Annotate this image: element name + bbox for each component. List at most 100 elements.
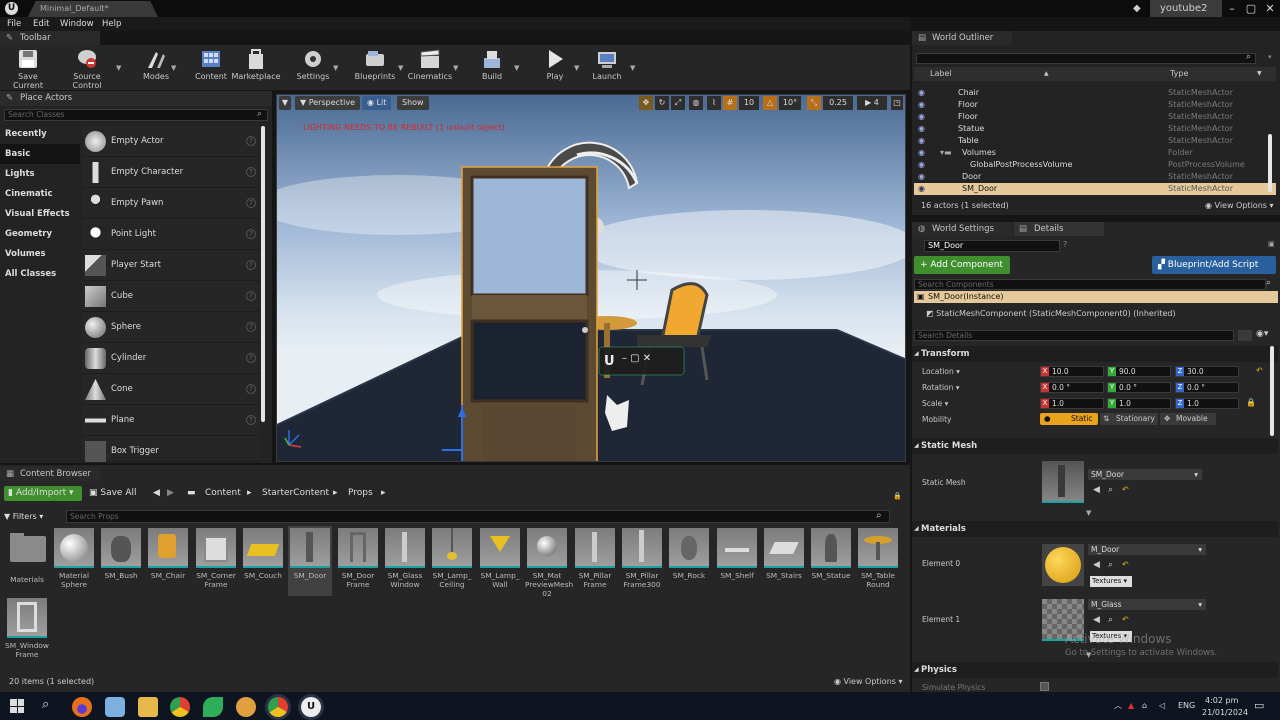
- scale-x-field[interactable]: X 1.0: [1040, 398, 1104, 409]
- build-dropdown-icon[interactable]: ▼: [514, 64, 519, 72]
- place-actors-scrollbar[interactable]: [261, 126, 265, 422]
- outliner-row[interactable]: ◉ Floor StaticMeshActor: [914, 111, 1276, 123]
- visibility-eye-icon[interactable]: ◉: [918, 159, 925, 171]
- help-icon[interactable]: ?: [246, 260, 256, 270]
- browse-arrow-icon[interactable]: ◀: [1093, 560, 1100, 570]
- actor-cube[interactable]: Cube?: [82, 281, 260, 312]
- language-indicator[interactable]: ENG: [1178, 692, 1195, 720]
- help-icon[interactable]: ?: [1063, 240, 1067, 249]
- scale-z-field[interactable]: Z 1.0: [1175, 398, 1239, 409]
- network-icon[interactable]: ⌂: [1142, 692, 1147, 720]
- category-cinematic[interactable]: Cinematic: [0, 184, 80, 204]
- outliner-row[interactable]: ◉ Statue StaticMeshActor: [914, 123, 1276, 135]
- help-icon[interactable]: ?: [246, 322, 256, 332]
- help-icon[interactable]: ?: [246, 384, 256, 394]
- location-label[interactable]: Location ▾: [922, 367, 960, 376]
- file-explorer-icon[interactable]: [138, 697, 158, 717]
- category-geometry[interactable]: Geometry: [0, 224, 80, 244]
- account-name[interactable]: youtube2: [1150, 0, 1222, 17]
- actor-point-light[interactable]: Point Light?: [82, 219, 260, 250]
- asset-sm-lamp-wall[interactable]: SM_Lamp_ Wall: [478, 528, 522, 589]
- windows-start-icon[interactable]: [10, 699, 24, 713]
- asset-sm-mat-preview-mesh[interactable]: SM_Mat PreviewMesh 02: [525, 528, 573, 598]
- visibility-eye-icon[interactable]: ◉: [918, 111, 925, 123]
- menu-edit[interactable]: Edit: [33, 17, 49, 31]
- search-props-input[interactable]: Search Props: [66, 510, 890, 523]
- account-icon[interactable]: ◆: [1133, 3, 1141, 14]
- help-icon[interactable]: ?: [246, 198, 256, 208]
- world-space-icon[interactable]: ◍: [689, 96, 703, 110]
- reset-icon[interactable]: ↶: [1122, 560, 1129, 569]
- category-volumes[interactable]: Volumes: [0, 244, 80, 264]
- launch-button[interactable]: Launch: [588, 48, 626, 88]
- app-icon[interactable]: [236, 697, 256, 717]
- settings-dropdown-icon[interactable]: ▼: [333, 64, 338, 72]
- folder-icon[interactable]: ▬: [187, 486, 196, 501]
- actor-empty-pawn[interactable]: Empty Pawn?: [82, 188, 260, 219]
- surface-snap-icon[interactable]: ⌇: [707, 96, 721, 110]
- asset-sm-chair[interactable]: SM_Chair: [146, 528, 190, 580]
- content-button[interactable]: Content: [191, 48, 231, 88]
- add-import-button[interactable]: ▮ Add/Import ▾: [4, 486, 82, 501]
- world-outliner-tab[interactable]: ▤ World Outliner: [912, 31, 1012, 45]
- asset-sm-door[interactable]: SM_Door: [288, 526, 332, 596]
- actor-cylinder[interactable]: Cylinder?: [82, 343, 260, 374]
- cinematics-button[interactable]: Cinematics: [407, 48, 453, 88]
- actor-name-input[interactable]: SM_Door: [924, 240, 1060, 252]
- content-view-options[interactable]: ◉ View Options ▾: [834, 677, 903, 686]
- asset-sm-door-frame[interactable]: SM_Door Frame: [336, 528, 380, 589]
- unreal-editor-taskbar-icon[interactable]: U: [301, 697, 321, 717]
- rotation-y-field[interactable]: Y 0.0 °: [1107, 382, 1171, 393]
- outliner-row-folder[interactable]: ◉ ▾▬ Volumes Folder: [914, 147, 1276, 159]
- static-mesh-component-row[interactable]: ◩ StaticMeshComponent (StaticMeshCompone…: [926, 309, 1176, 318]
- firefox-icon[interactable]: [72, 697, 92, 717]
- blueprints-dropdown-icon[interactable]: ▼: [398, 64, 403, 72]
- actor-plane[interactable]: Plane?: [82, 405, 260, 436]
- marketplace-button[interactable]: Marketplace: [231, 48, 281, 88]
- close-icon[interactable]: ✕: [1260, 0, 1280, 17]
- static-mesh-section-header[interactable]: ◢ Static Mesh: [912, 438, 1278, 454]
- details-scrollbar[interactable]: [1270, 346, 1274, 436]
- scale-label[interactable]: Scale ▾: [922, 399, 948, 408]
- minimize-icon[interactable]: –: [1222, 0, 1242, 17]
- category-visual-effects[interactable]: Visual Effects: [0, 204, 80, 224]
- rotation-x-field[interactable]: X 0.0 °: [1040, 382, 1104, 393]
- outliner-scrollbar[interactable]: [1268, 134, 1272, 192]
- place-actors-tab[interactable]: ✎ Place Actors: [0, 91, 272, 106]
- details-tab[interactable]: ▤ Details: [1014, 222, 1104, 236]
- cinematics-dropdown-icon[interactable]: ▼: [453, 64, 458, 72]
- scale-tool-icon[interactable]: ⤢: [671, 96, 685, 110]
- scale-y-field[interactable]: Y 1.0: [1107, 398, 1171, 409]
- location-x-field[interactable]: X 10.0: [1040, 366, 1104, 377]
- path-content[interactable]: Content: [205, 486, 241, 501]
- menu-window[interactable]: Window: [60, 17, 94, 31]
- folder-expand-icon[interactable]: ▾▬: [940, 147, 952, 159]
- help-icon[interactable]: ?: [246, 415, 256, 425]
- path-props[interactable]: Props: [348, 486, 373, 501]
- help-icon[interactable]: ?: [246, 291, 256, 301]
- simulate-physics-checkbox[interactable]: [1040, 682, 1049, 691]
- category-recently-placed[interactable]: Recently Placed: [0, 124, 80, 159]
- chrome-active-icon[interactable]: [268, 697, 288, 717]
- build-button[interactable]: Build: [472, 48, 512, 88]
- reset-icon[interactable]: ↶: [1122, 485, 1129, 494]
- source-control-button[interactable]: Source Control: [58, 48, 116, 90]
- actor-box-trigger[interactable]: Box Trigger: [82, 436, 260, 462]
- help-icon[interactable]: ?: [246, 167, 256, 177]
- chrome-icon[interactable]: [170, 697, 190, 717]
- grid-snap-icon[interactable]: #: [723, 96, 737, 110]
- search-details-input[interactable]: Search Details: [914, 330, 1234, 341]
- actor-empty-character[interactable]: Empty Character?: [82, 157, 260, 188]
- visibility-eye-icon[interactable]: ◉: [918, 87, 925, 99]
- move-tool-icon[interactable]: ✥: [639, 96, 653, 110]
- component-instance-row[interactable]: ▣ SM_Door(Instance): [914, 291, 1278, 303]
- asset-sm-couch[interactable]: SM_Couch: [241, 528, 285, 580]
- blueprints-button[interactable]: Blueprints: [352, 48, 398, 88]
- transform-section-header[interactable]: ◢ Transform: [912, 346, 1278, 362]
- actor-player-start[interactable]: Player Start?: [82, 250, 260, 281]
- actor-empty-actor[interactable]: Empty Actor?: [82, 126, 260, 157]
- lock-icon[interactable]: 🔒: [893, 489, 902, 504]
- outliner-view-options[interactable]: ◉ View Options ▾: [1205, 201, 1274, 210]
- source-control-dropdown-icon[interactable]: ▼: [116, 64, 121, 72]
- visibility-eye-icon[interactable]: ◉: [918, 135, 925, 147]
